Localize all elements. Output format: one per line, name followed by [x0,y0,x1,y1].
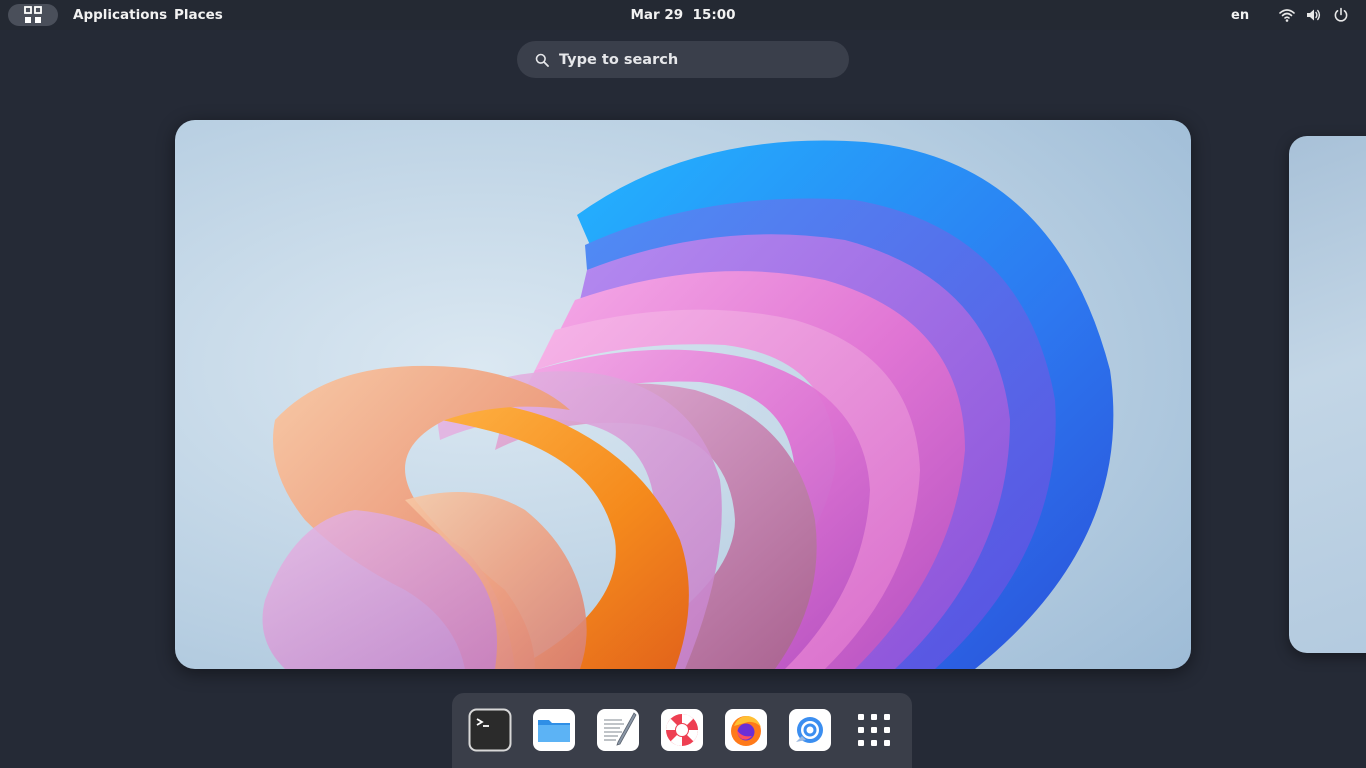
places-label: Places [174,7,223,23]
app-grid-icon [852,708,896,752]
files-folder-icon [532,708,576,752]
terminal-icon [468,708,512,752]
firefox-icon [724,708,768,752]
dash-item-firefox[interactable] [724,708,768,752]
dash-item-files[interactable] [532,708,576,752]
dash [452,693,912,768]
dash-item-web-browser[interactable] [788,708,832,752]
search-entry[interactable]: Type to search [517,41,849,78]
activities-grid-icon [24,6,42,24]
dash-item-text-editor[interactable] [596,708,640,752]
dash-item-show-applications[interactable] [852,708,896,752]
search-icon [535,53,549,67]
power-icon[interactable] [1333,7,1349,23]
dash-item-help[interactable] [660,708,704,752]
text-editor-icon [596,708,640,752]
clock-button[interactable]: Mar 29 15:00 [583,0,783,30]
applications-label: Applications [73,7,168,23]
volume-icon[interactable] [1306,7,1322,23]
language-indicator[interactable]: en [1231,0,1249,30]
workspace-thumbnail-next[interactable] [1289,136,1366,653]
search-placeholder: Type to search [559,51,679,68]
applications-menu[interactable]: Applications [73,0,167,30]
places-menu[interactable]: Places [174,0,223,30]
help-lifebuoy-icon [660,708,704,752]
dash-item-terminal[interactable] [468,708,512,752]
colorful-bloom-wallpaper [175,120,1191,669]
web-browser-icon [788,708,832,752]
wifi-icon[interactable] [1279,7,1295,23]
workspace-thumbnail-current[interactable] [175,120,1191,669]
activities-button[interactable] [8,4,58,26]
top-bar: Applications Places Mar 29 15:00 en [0,0,1366,30]
